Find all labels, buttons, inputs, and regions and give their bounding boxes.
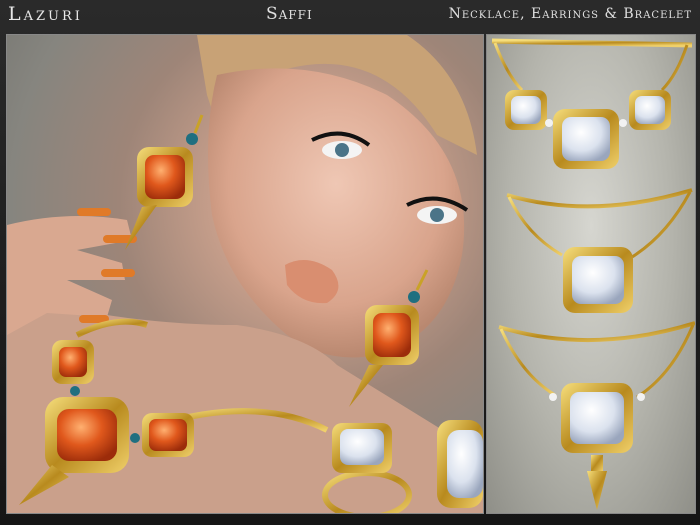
variant-single-stone-necklace	[506, 188, 693, 313]
necklace-variants	[491, 38, 695, 510]
product-ad: Lazuri Saffi Necklace, Earrings & Bracel…	[0, 0, 700, 525]
earring-detail-illustration	[437, 360, 483, 508]
variant-three-stone-necklace	[491, 38, 693, 169]
necklace-variants-panel	[486, 34, 696, 514]
model-photo	[6, 34, 484, 514]
model-illustration	[7, 35, 483, 513]
header-bar: Lazuri Saffi Necklace, Earrings & Bracel…	[0, 0, 700, 30]
variant-spike-necklace	[498, 321, 695, 510]
brand-logo-text: Lazuri	[8, 3, 83, 25]
earring-left-illustration	[125, 114, 204, 250]
product-title: Saffi	[266, 4, 313, 24]
product-subtitle: Necklace, Earrings & Bracelet	[448, 6, 692, 22]
